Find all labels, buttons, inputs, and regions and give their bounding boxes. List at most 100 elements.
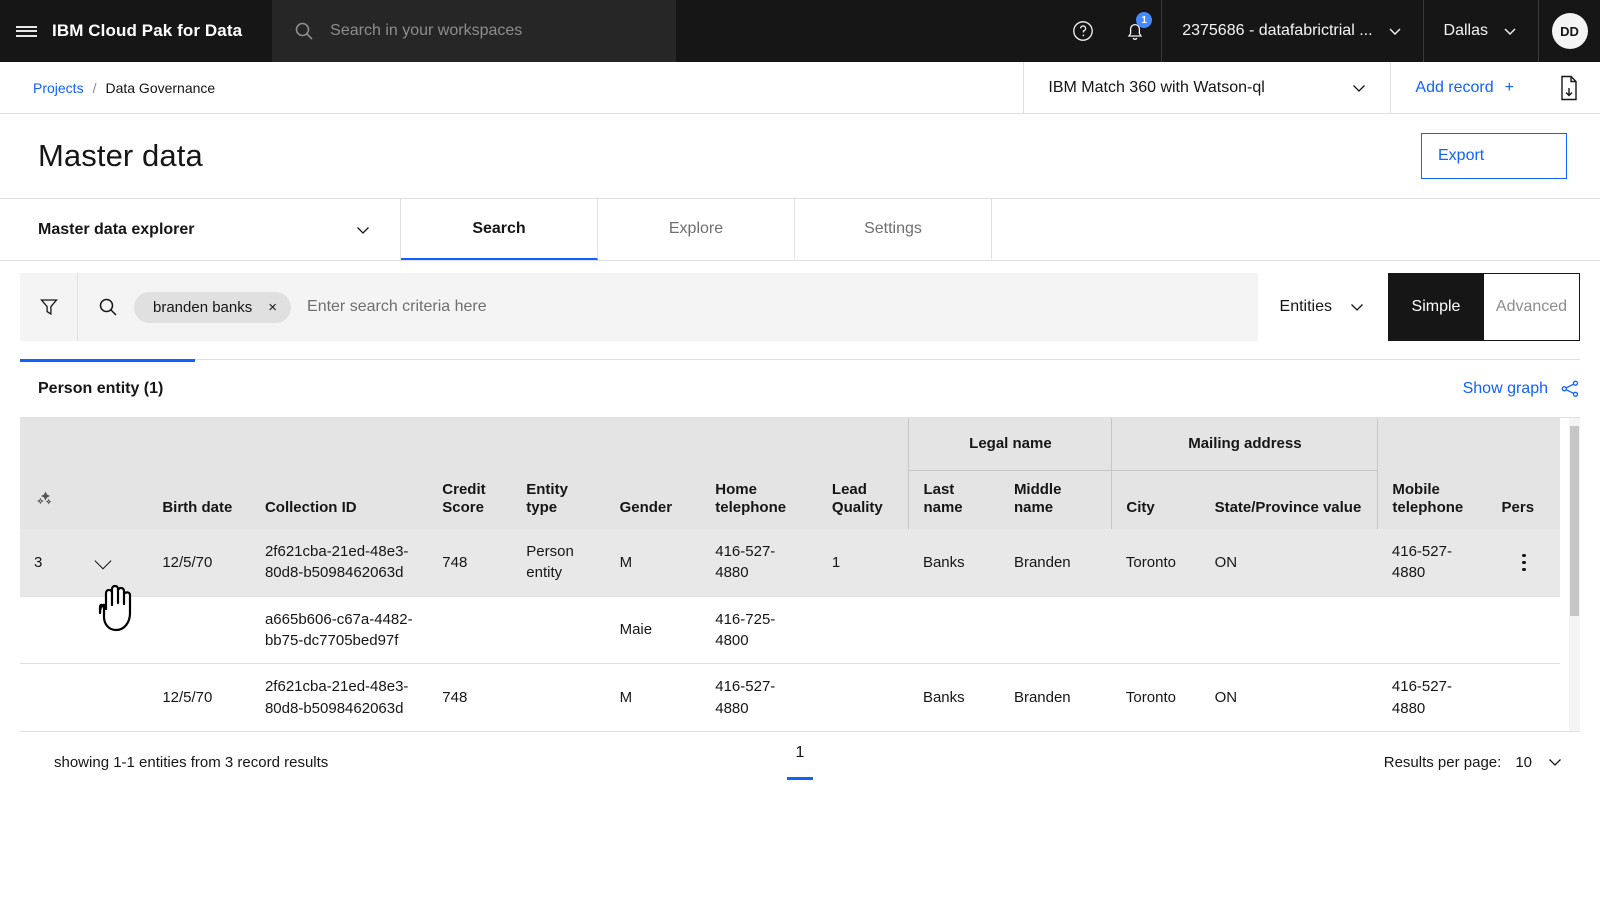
cell-middle-name: Branden xyxy=(1013,553,1071,571)
column-header-credit-score[interactable]: Credit Score xyxy=(428,470,513,530)
results-per-page: Results per page: 10 xyxy=(1384,753,1564,771)
group-header-blank xyxy=(20,418,909,470)
chevron-down-icon xyxy=(1387,23,1403,39)
column-header-person-truncated[interactable]: Pers xyxy=(1487,470,1560,530)
close-icon[interactable]: × xyxy=(268,300,277,315)
column-header-collection-id[interactable]: Collection ID xyxy=(250,470,429,530)
results-per-page-select[interactable]: 10 xyxy=(1515,753,1564,771)
chevron-down-icon xyxy=(1546,753,1564,771)
row-marker-cell xyxy=(83,664,148,731)
search-input[interactable] xyxy=(307,298,1258,316)
cell-gender: M xyxy=(619,553,633,571)
entity-tab-person[interactable]: Person entity (1) xyxy=(20,380,163,398)
row-overflow-menu[interactable] xyxy=(1488,529,1560,596)
export-button[interactable]: Export xyxy=(1421,133,1567,179)
entity-results-strip: Person entity (1) Show graph xyxy=(20,359,1580,417)
table-head: Legal name Mailing address Birth date Co… xyxy=(20,418,1560,530)
row-marker-cell xyxy=(83,596,148,664)
cell-lead-quality xyxy=(818,596,909,664)
cell-credit-score: 748 xyxy=(442,688,468,706)
page-title: Master data xyxy=(38,138,203,173)
chevron-down-icon[interactable] xyxy=(94,552,112,570)
tab-settings[interactable]: Settings xyxy=(795,199,992,260)
account-label: 2375686 - datafabrictrial ... xyxy=(1182,22,1373,39)
row-overflow-menu[interactable] xyxy=(1488,664,1560,731)
results-per-page-label: Results per page: xyxy=(1383,753,1502,771)
column-header-gender[interactable]: Gender xyxy=(605,470,702,530)
search-scope-selector[interactable]: Entities xyxy=(1257,273,1388,341)
search-mode-advanced[interactable]: Advanced xyxy=(1484,273,1580,341)
column-header-last-name[interactable]: Last name xyxy=(908,470,1000,530)
avatar[interactable]: DD xyxy=(1551,13,1588,49)
group-header-blank-right xyxy=(1377,418,1560,470)
account-selector[interactable]: 2375686 - datafabrictrial ... xyxy=(1161,0,1422,62)
row-expand-button[interactable] xyxy=(83,529,148,596)
results-summary: showing 1-1 entities from 3 record resul… xyxy=(54,753,329,771)
cell-city: Toronto xyxy=(1125,553,1176,571)
breadcrumb: Projects / Data Governance xyxy=(0,62,215,113)
column-header-birth-date[interactable]: Birth date xyxy=(148,470,251,530)
column-header-mobile-telephone[interactable]: Mobile telephone xyxy=(1377,470,1488,530)
graph-icon xyxy=(1560,379,1580,399)
tab-explore[interactable]: Explore xyxy=(598,199,795,260)
cell-credit-score: 748 xyxy=(442,553,468,571)
master-data-table: Legal name Mailing address Birth date Co… xyxy=(20,418,1560,731)
table-vertical-scrollbar[interactable] xyxy=(1569,418,1580,778)
cell-mobile-telephone: 416-527-4880 xyxy=(1391,543,1452,582)
scrollbar-thumb[interactable] xyxy=(1570,426,1579,616)
pagination-page-1[interactable]: 1 xyxy=(787,744,813,781)
cell-mobile-telephone xyxy=(1378,596,1488,664)
cell-credit-score xyxy=(428,596,512,664)
row-overflow-menu[interactable] xyxy=(1488,596,1560,664)
help-button[interactable] xyxy=(1057,0,1109,62)
cell-city xyxy=(1112,596,1201,664)
cell-collection-id: a665b606-c67a-4482-bb75-dc7705bed97f xyxy=(264,610,413,649)
global-search[interactable] xyxy=(272,0,676,62)
master-data-explorer-selector[interactable]: Master data explorer xyxy=(0,199,400,260)
show-graph-label: Show graph xyxy=(1462,379,1548,397)
search-mode-simple[interactable]: Simple xyxy=(1388,273,1484,341)
explorer-label: Master data explorer xyxy=(38,220,195,238)
table-row[interactable]: 3 12/5/70 2f621cba-21ed-48e3-80d8-b50984… xyxy=(20,529,1560,597)
row-index xyxy=(20,596,83,664)
cell-last-name xyxy=(909,596,1000,664)
hamburger-menu-icon[interactable] xyxy=(0,0,52,62)
chevron-down-icon xyxy=(1348,298,1366,316)
download-document-button[interactable] xyxy=(1538,62,1600,113)
column-header-middle-name[interactable]: Middle name xyxy=(999,470,1113,530)
cell-birth-date xyxy=(148,596,251,664)
table-group-header-row: Legal name Mailing address xyxy=(20,418,1560,471)
add-record-button[interactable]: Add record + xyxy=(1391,62,1538,113)
column-header-lead-quality[interactable]: Lead Quality xyxy=(817,470,909,530)
filter-icon xyxy=(38,296,60,318)
column-header-city[interactable]: City xyxy=(1111,470,1201,530)
asset-selector[interactable]: IBM Match 360 with Watson-ql xyxy=(1023,62,1392,113)
table-row[interactable]: 12/5/70 2f621cba-21ed-48e3-80d8-b5098462… xyxy=(20,663,1560,731)
search-field[interactable]: branden banks × xyxy=(78,273,1258,341)
show-graph-button[interactable]: Show graph xyxy=(1463,379,1580,399)
add-record-label: Add record xyxy=(1415,78,1494,96)
global-search-input[interactable] xyxy=(330,22,676,40)
column-header-home-telephone[interactable]: Home telephone xyxy=(701,470,818,530)
global-header: IBM Cloud Pak for Data 1 2375686 - dataf… xyxy=(0,0,1600,62)
breadcrumb-projects-link[interactable]: Projects xyxy=(33,80,84,96)
filter-button[interactable] xyxy=(20,273,78,341)
region-selector[interactable]: Dallas xyxy=(1422,0,1538,62)
cell-state-province xyxy=(1201,596,1378,664)
search-icon xyxy=(294,21,314,41)
row-index xyxy=(20,664,83,731)
table-column-header-row: Birth date Collection ID Credit Score En… xyxy=(20,470,1560,530)
cell-home-telephone: 416-725-4800 xyxy=(715,610,776,649)
tab-search[interactable]: Search xyxy=(401,199,598,260)
overflow-menu-icon[interactable] xyxy=(1502,553,1546,572)
column-header-state-province-value[interactable]: State/Province value xyxy=(1200,470,1379,530)
notifications-button[interactable]: 1 xyxy=(1109,0,1161,62)
column-header-entity-type[interactable]: Entity type xyxy=(512,470,606,530)
document-download-icon xyxy=(1557,75,1581,101)
tab-list: Search Explore Settings xyxy=(400,199,992,260)
search-mode-toggle: Simple Advanced xyxy=(1388,273,1580,341)
table-row[interactable]: a665b606-c67a-4482-bb75-dc7705bed97f Mai… xyxy=(20,596,1560,664)
cell-state-province: ON xyxy=(1214,553,1238,571)
cell-city: Toronto xyxy=(1125,688,1176,706)
search-filter-chip[interactable]: branden banks × xyxy=(134,291,292,323)
